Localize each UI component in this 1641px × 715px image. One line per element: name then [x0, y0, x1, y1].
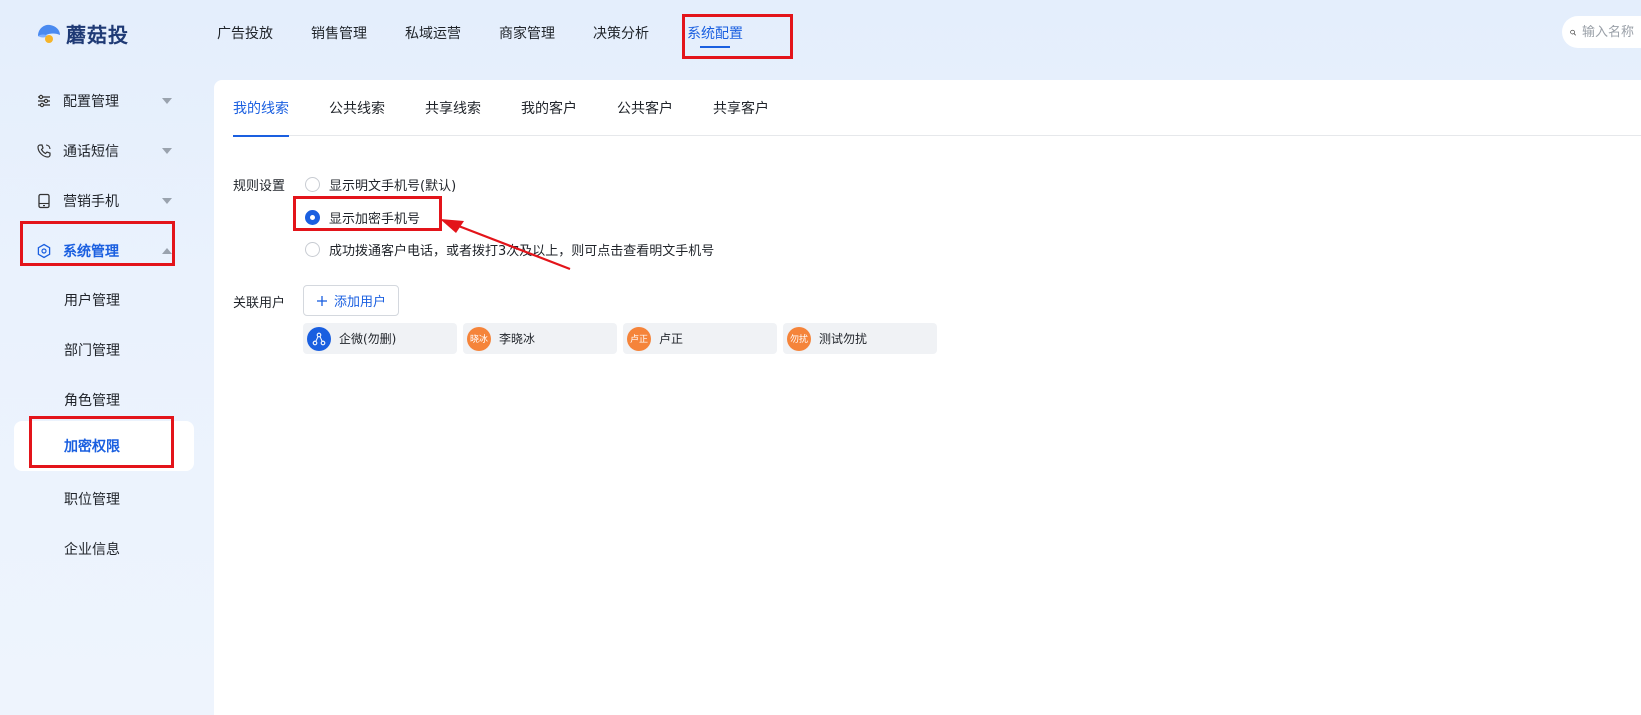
- radio-label: 显示加密手机号: [329, 212, 421, 227]
- sidebar-item-label: 营销手机: [63, 194, 119, 210]
- plus-icon: [316, 295, 327, 306]
- avatar: 晓冰: [467, 326, 491, 351]
- main-nav: 广告投放 销售管理 私域运营 商家管理 决策分析 系统配置: [198, 0, 762, 66]
- nav-system-config[interactable]: 系统配置: [668, 0, 762, 66]
- tab-shared-customers[interactable]: 共享客户: [713, 80, 769, 136]
- sidebar-item-label: 配置管理: [63, 94, 119, 110]
- user-name: 企微(勿删): [339, 332, 397, 346]
- add-user-label: 添加用户: [333, 295, 386, 310]
- radio-option-plain-number[interactable]: 显示明文手机号(默认): [305, 175, 456, 194]
- avatar: [307, 326, 331, 351]
- nav-sales[interactable]: 销售管理: [292, 0, 386, 66]
- chevron-up-icon: [162, 248, 172, 254]
- share-nodes-icon: [312, 332, 326, 345]
- radio-option-encrypted-number[interactable]: 显示加密手机号: [305, 208, 420, 227]
- sidebar-item-role-management[interactable]: 角色管理: [14, 377, 194, 423]
- logo[interactable]: 蘑菇投: [36, 18, 129, 48]
- logo-text: 蘑菇投: [66, 22, 129, 47]
- radio-button-checked[interactable]: [305, 210, 320, 225]
- user-chip[interactable]: 卢正 卢正: [623, 323, 777, 354]
- user-chip[interactable]: 勿扰 测试勿扰: [783, 323, 937, 354]
- tab-bar: 我的线索 公共线索 共享线索 我的客户 公共客户 共享客户: [233, 80, 1641, 137]
- mushroom-logo-icon: [38, 24, 60, 43]
- radio-button[interactable]: [305, 177, 320, 192]
- chevron-down-icon: [162, 98, 172, 104]
- main-panel: 我的线索 公共线索 共享线索 我的客户 公共客户 共享客户 规则设置 显示明文手…: [214, 80, 1641, 715]
- nav-private-domain[interactable]: 私域运营: [386, 0, 480, 66]
- search-icon: [1570, 29, 1576, 35]
- search-box[interactable]: [1562, 16, 1641, 48]
- phone-icon: [36, 143, 52, 159]
- sidebar-item-system-management[interactable]: 系统管理: [14, 228, 194, 274]
- sidebar-item-label: 通话短信: [63, 144, 119, 160]
- sidebar-item-position-management[interactable]: 职位管理: [14, 476, 194, 522]
- add-user-button[interactable]: 添加用户: [303, 285, 399, 316]
- sidebar-item-marketing-phone[interactable]: 营销手机: [14, 178, 194, 224]
- annotation-arrow-icon: [440, 219, 571, 271]
- radio-button[interactable]: [305, 242, 320, 257]
- chevron-down-icon: [162, 198, 172, 204]
- sidebar-item-encryption-permission[interactable]: 加密权限: [14, 421, 194, 471]
- rules-label: 规则设置: [233, 179, 286, 194]
- tab-public-customers[interactable]: 公共客户: [617, 80, 673, 136]
- user-chip[interactable]: 企微(勿删): [303, 323, 457, 354]
- sidebar-item-config-management[interactable]: 配置管理: [14, 78, 194, 124]
- tab-my-leads[interactable]: 我的线索: [233, 80, 289, 137]
- search-input[interactable]: [1582, 24, 1641, 40]
- avatar: 勿扰: [787, 326, 811, 351]
- top-bar: 蘑菇投 广告投放 销售管理 私域运营 商家管理 决策分析 系统配置: [0, 0, 1641, 66]
- chevron-down-icon: [162, 148, 172, 154]
- tab-shared-leads[interactable]: 共享线索: [425, 80, 481, 136]
- user-name: 卢正: [659, 332, 684, 346]
- user-name: 李晓冰: [499, 332, 536, 346]
- sidebar-item-department-management[interactable]: 部门管理: [14, 327, 194, 373]
- sidebar-item-company-info[interactable]: 企业信息: [14, 526, 194, 572]
- nav-merchants[interactable]: 商家管理: [480, 0, 574, 66]
- radio-label: 显示明文手机号(默认): [329, 179, 457, 194]
- nav-decision-analysis[interactable]: 决策分析: [574, 0, 668, 66]
- user-name: 测试勿扰: [819, 332, 868, 346]
- mobile-icon: [36, 193, 52, 209]
- tab-my-customers[interactable]: 我的客户: [521, 80, 577, 136]
- sidebar-item-user-management[interactable]: 用户管理: [14, 277, 194, 323]
- linked-users-label: 关联用户: [233, 296, 286, 311]
- sidebar-item-label: 系统管理: [63, 244, 119, 260]
- tab-public-leads[interactable]: 公共线索: [329, 80, 385, 136]
- sidebar: 配置管理 通话短信 营销手机 系统管理 用户管理 部门管理 角色管理 加密权限 …: [0, 72, 214, 715]
- sliders-icon: [36, 93, 52, 109]
- user-chip[interactable]: 晓冰 李晓冰: [463, 323, 617, 354]
- hexagon-settings-icon: [36, 243, 52, 259]
- avatar: 卢正: [627, 326, 651, 351]
- nav-ads[interactable]: 广告投放: [198, 0, 292, 66]
- sidebar-item-calls-sms[interactable]: 通话短信: [14, 128, 194, 174]
